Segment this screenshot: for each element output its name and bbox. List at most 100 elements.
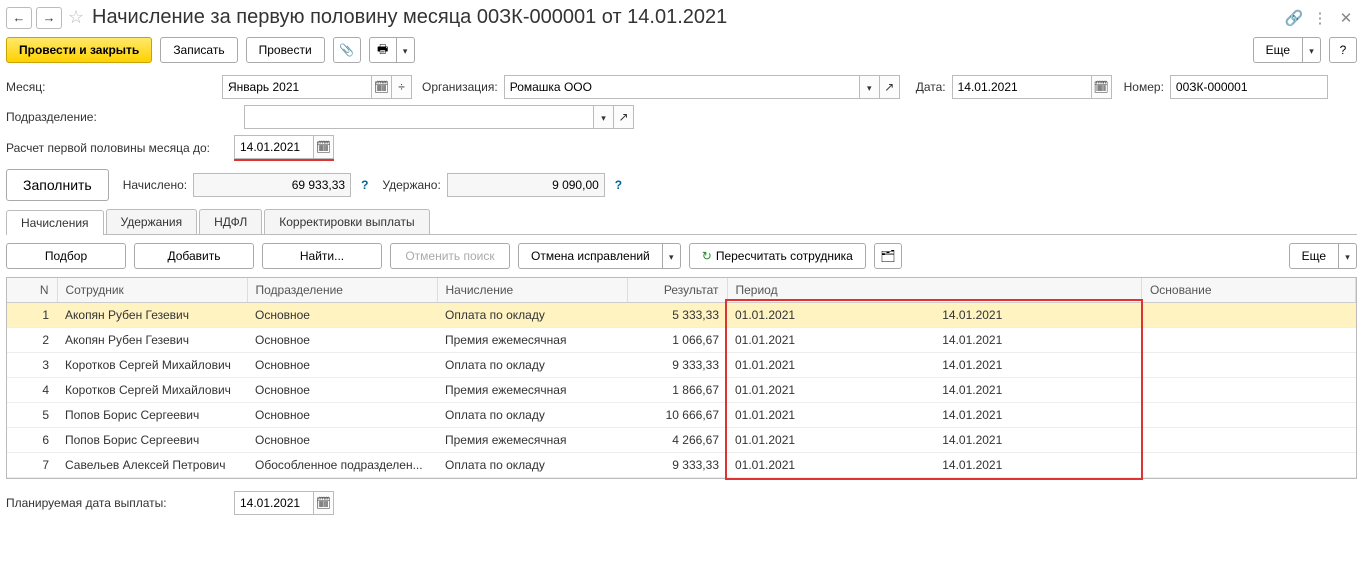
cancel-corrections-button[interactable]: Отмена исправлений bbox=[518, 243, 663, 269]
tab-corrections[interactable]: Корректировки выплаты bbox=[264, 209, 429, 234]
table-row[interactable]: 2Акопян Рубен ГезевичОсновноеПремия ежем… bbox=[7, 328, 1356, 353]
calendar-icon: 🗓 bbox=[316, 496, 331, 510]
withheld-value bbox=[447, 173, 605, 197]
cell-department: Основное bbox=[247, 353, 437, 378]
kebab-menu-icon[interactable]: ⋮ bbox=[1309, 7, 1331, 29]
month-stepper-button[interactable]: ÷ bbox=[392, 75, 412, 99]
cell-employee: Попов Борис Сергеевич bbox=[57, 428, 247, 453]
cell-result: 5 333,33 bbox=[627, 303, 727, 328]
more-button[interactable]: Еще bbox=[1253, 37, 1303, 63]
org-input[interactable] bbox=[504, 75, 860, 99]
cell-calculation: Премия ежемесячная bbox=[437, 428, 627, 453]
calendar-icon: 🗓 bbox=[374, 80, 389, 94]
card-icon: 🗂 bbox=[880, 249, 895, 263]
cell-department: Основное bbox=[247, 328, 437, 353]
dept-open-button[interactable]: ↗ bbox=[614, 105, 634, 129]
month-input[interactable] bbox=[222, 75, 372, 99]
recalc-employee-button[interactable]: ↻Пересчитать сотрудника bbox=[689, 243, 866, 269]
cell-n: 2 bbox=[7, 328, 57, 353]
tab-bar: Начисления Удержания НДФЛ Корректировки … bbox=[6, 209, 1357, 235]
number-input[interactable] bbox=[1170, 75, 1328, 99]
month-calendar-button[interactable]: 🗓 bbox=[372, 75, 392, 99]
cell-department: Основное bbox=[247, 303, 437, 328]
cancel-search-button[interactable]: Отменить поиск bbox=[390, 243, 510, 269]
post-and-close-button[interactable]: Провести и закрыть bbox=[6, 37, 152, 63]
cell-calculation: Оплата по окладу bbox=[437, 303, 627, 328]
cell-employee: Коротков Сергей Михайлович bbox=[57, 378, 247, 403]
cell-basis bbox=[1141, 378, 1355, 403]
save-button[interactable]: Записать bbox=[160, 37, 237, 63]
link-icon[interactable]: 🔗 bbox=[1283, 7, 1305, 29]
print-button[interactable]: 🖶 bbox=[369, 37, 397, 63]
calendar-icon: 🗓 bbox=[316, 140, 331, 154]
accrued-value bbox=[193, 173, 351, 197]
cell-calculation: Оплата по окладу bbox=[437, 353, 627, 378]
cell-result: 10 666,67 bbox=[627, 403, 727, 428]
calc-until-label: Расчет первой половины месяца до: bbox=[6, 141, 228, 155]
col-n[interactable]: N bbox=[7, 278, 57, 303]
forward-button[interactable]: → bbox=[36, 7, 62, 29]
page-title: Начисление за первую половину месяца 00З… bbox=[92, 6, 727, 29]
pick-button[interactable]: Подбор bbox=[6, 243, 126, 269]
help-button[interactable]: ? bbox=[1329, 37, 1357, 63]
dept-dropdown-button[interactable] bbox=[594, 105, 614, 129]
card-view-button[interactable]: 🗂 bbox=[874, 243, 902, 269]
table-more-button[interactable]: Еще bbox=[1289, 243, 1339, 269]
open-icon: ↗ bbox=[884, 80, 894, 94]
tab-withholdings[interactable]: Удержания bbox=[106, 209, 198, 234]
fill-button[interactable]: Заполнить bbox=[6, 169, 109, 201]
cell-period-from: 01.01.2021 bbox=[727, 378, 934, 403]
attach-button[interactable]: 📎 bbox=[333, 37, 361, 63]
org-dropdown-button[interactable] bbox=[860, 75, 880, 99]
cell-employee: Коротков Сергей Михайлович bbox=[57, 353, 247, 378]
col-period[interactable]: Период bbox=[727, 278, 1141, 303]
col-department[interactable]: Подразделение bbox=[247, 278, 437, 303]
post-button[interactable]: Провести bbox=[246, 37, 325, 63]
tab-ndfl[interactable]: НДФЛ bbox=[199, 209, 262, 234]
col-calculation[interactable]: Начисление bbox=[437, 278, 627, 303]
col-employee[interactable]: Сотрудник bbox=[57, 278, 247, 303]
cell-department: Основное bbox=[247, 378, 437, 403]
find-button[interactable]: Найти... bbox=[262, 243, 382, 269]
cell-basis bbox=[1141, 353, 1355, 378]
add-button[interactable]: Добавить bbox=[134, 243, 254, 269]
chevron-down-icon bbox=[1345, 249, 1350, 263]
more-dropdown-caret[interactable] bbox=[1303, 37, 1321, 63]
withheld-help-icon[interactable]: ? bbox=[615, 178, 622, 192]
cell-calculation: Оплата по окладу bbox=[437, 403, 627, 428]
cell-n: 4 bbox=[7, 378, 57, 403]
cell-employee: Савельев Алексей Петрович bbox=[57, 453, 247, 478]
cell-n: 3 bbox=[7, 353, 57, 378]
table-row[interactable]: 3Коротков Сергей МихайловичОсновноеОплат… bbox=[7, 353, 1356, 378]
print-dropdown-caret[interactable] bbox=[397, 37, 415, 63]
table-row[interactable]: 1Акопян Рубен ГезевичОсновноеОплата по о… bbox=[7, 303, 1356, 328]
table-row[interactable]: 7Савельев Алексей ПетровичОбособленное п… bbox=[7, 453, 1356, 478]
close-icon[interactable]: ✕ bbox=[1335, 7, 1357, 29]
tab-accruals[interactable]: Начисления bbox=[6, 210, 104, 235]
cell-result: 1 066,67 bbox=[627, 328, 727, 353]
calc-until-calendar-button[interactable]: 🗓 bbox=[314, 135, 334, 159]
cancel-corrections-caret[interactable] bbox=[663, 243, 681, 269]
table-row[interactable]: 4Коротков Сергей МихайловичОсновноеПреми… bbox=[7, 378, 1356, 403]
planned-date-input[interactable] bbox=[234, 491, 314, 515]
department-label: Подразделение: bbox=[6, 110, 216, 124]
org-open-button[interactable]: ↗ bbox=[880, 75, 900, 99]
date-calendar-button[interactable]: 🗓 bbox=[1092, 75, 1112, 99]
back-button[interactable]: ← bbox=[6, 7, 32, 29]
date-input[interactable] bbox=[952, 75, 1092, 99]
col-result[interactable]: Результат bbox=[627, 278, 727, 303]
cell-basis bbox=[1141, 403, 1355, 428]
col-basis[interactable]: Основание bbox=[1141, 278, 1355, 303]
table-row[interactable]: 6Попов Борис СергеевичОсновноеПремия еже… bbox=[7, 428, 1356, 453]
cell-department: Основное bbox=[247, 403, 437, 428]
chevron-down-icon bbox=[601, 110, 606, 124]
table-row[interactable]: 5Попов Борис СергеевичОсновноеОплата по … bbox=[7, 403, 1356, 428]
calc-until-input[interactable] bbox=[234, 135, 314, 159]
favorite-star-icon[interactable]: ☆ bbox=[66, 8, 86, 28]
table-more-caret[interactable] bbox=[1339, 243, 1357, 269]
date-label: Дата: bbox=[916, 80, 946, 94]
planned-date-calendar-button[interactable]: 🗓 bbox=[314, 491, 334, 515]
department-input[interactable] bbox=[244, 105, 594, 129]
accrued-help-icon[interactable]: ? bbox=[361, 178, 368, 192]
cell-result: 9 333,33 bbox=[627, 353, 727, 378]
